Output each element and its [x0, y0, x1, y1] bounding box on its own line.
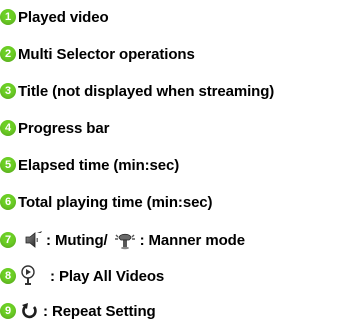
legend-list: 1 Played video 2 Multi Selector operatio… — [0, 0, 361, 327]
legend-label: Played video — [18, 8, 109, 26]
legend-item-9: 9 : Repeat Setting — [0, 299, 156, 323]
legend-item-7: 7 : Muting/ : Manner mode — [0, 228, 245, 252]
legend-label: : Play All Videos — [50, 267, 165, 285]
legend-item-1: 1 Played video — [0, 5, 109, 29]
legend-item-3: 3 Title (not displayed when streaming) — [0, 79, 274, 103]
legend-label: Progress bar — [18, 119, 110, 137]
legend-item-6: 6 Total playing time (min:sec) — [0, 190, 213, 214]
legend-item-8: 8 : Play All Videos — [0, 264, 164, 288]
legend-label-muting: : Muting/ — [46, 231, 108, 249]
number-badge: 3 — [0, 83, 16, 99]
number-badge: 6 — [0, 194, 16, 210]
legend-label: Multi Selector operations — [18, 45, 195, 63]
legend-label-manner: : Manner mode — [139, 231, 245, 249]
legend-label: Total playing time (min:sec) — [18, 193, 213, 211]
repeat-icon — [20, 302, 40, 320]
legend-item-4: 4 Progress bar — [0, 116, 109, 140]
number-badge: 5 — [0, 157, 16, 173]
legend-item-5: 5 Elapsed time (min:sec) — [0, 153, 179, 177]
number-badge: 9 — [0, 303, 16, 319]
number-badge: 2 — [0, 46, 16, 62]
number-badge: 7 — [0, 232, 16, 248]
legend-item-2: 2 Multi Selector operations — [0, 42, 195, 66]
legend-label: Elapsed time (min:sec) — [18, 156, 180, 174]
number-badge: 4 — [0, 120, 16, 136]
number-badge: 1 — [0, 9, 16, 25]
manner-mode-icon — [114, 230, 136, 250]
legend-label: Title (not displayed when streaming) — [18, 82, 275, 100]
speaker-muted-icon — [24, 230, 44, 250]
number-badge: 8 — [0, 268, 16, 284]
play-all-videos-icon — [20, 265, 38, 287]
legend-label: : Repeat Setting — [43, 302, 156, 320]
